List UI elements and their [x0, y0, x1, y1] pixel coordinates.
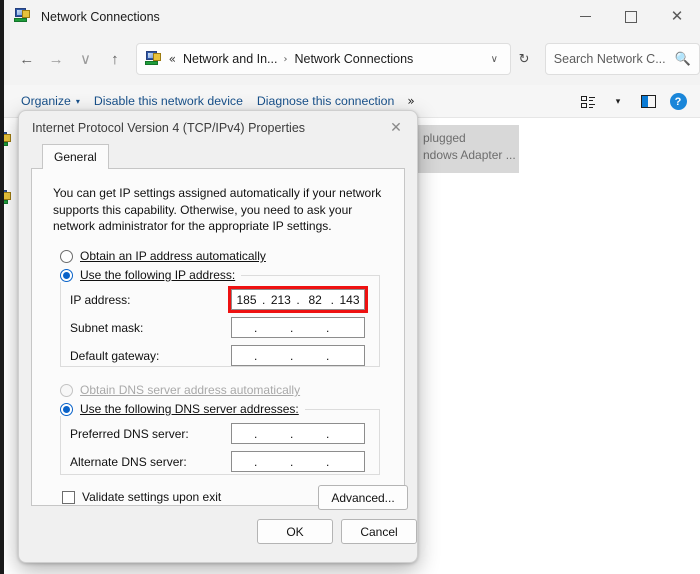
- up-button[interactable]: ↑: [100, 44, 129, 74]
- radio-label: Use the following IP address:: [80, 268, 236, 282]
- address-bar[interactable]: « Network and In... › Network Connection…: [135, 43, 512, 75]
- navigation-bar: ← → ∨ ↑ « Network and In... › Network Co…: [4, 33, 700, 85]
- maximize-button[interactable]: [608, 0, 654, 33]
- help-glyph: ?: [669, 93, 687, 110]
- ip-octet-4[interactable]: 143: [335, 293, 364, 307]
- alternate-dns-label: Alternate DNS server:: [70, 455, 187, 469]
- search-input[interactable]: Search Network C...: [554, 52, 675, 66]
- breadcrumb-overflow-icon[interactable]: «: [169, 52, 176, 66]
- checkbox[interactable]: [62, 490, 75, 504]
- breadcrumb-item-network-and-internet[interactable]: Network and In...: [183, 52, 278, 66]
- search-icon: 🔍: [674, 51, 691, 67]
- radio-obtain-dns-automatically[interactable]: Obtain DNS server address automatically: [60, 383, 300, 397]
- radio-use-following-dns[interactable]: Use the following DNS server addresses:: [60, 402, 305, 416]
- radio-button[interactable]: [60, 249, 73, 263]
- chevron-down-glyph: ▾: [615, 96, 621, 107]
- ip-address-label: IP address:: [70, 293, 131, 307]
- address-network-adapter-icon: [144, 50, 162, 68]
- list-item-device: ndows Adapter ...: [423, 148, 516, 162]
- radio-button[interactable]: [60, 402, 73, 416]
- dialog-body: You can get IP settings assigned automat…: [31, 169, 408, 510]
- dialog-footer: OK Cancel: [19, 506, 417, 562]
- list-item[interactable]: plugged ndows Adapter ...: [417, 125, 519, 173]
- breadcrumb-separator-icon: ›: [283, 53, 288, 65]
- close-icon[interactable]: ✕: [375, 111, 417, 144]
- back-button[interactable]: ←: [12, 44, 41, 74]
- radio-label: Obtain DNS server address automatically: [80, 383, 301, 397]
- chevron-down-icon: ▾: [75, 96, 80, 106]
- close-icon[interactable]: ✕: [654, 0, 700, 33]
- radio-obtain-ip-automatically[interactable]: Obtain an IP address automatically: [60, 249, 266, 263]
- command-bar-right-group: ▾ ?: [574, 85, 692, 118]
- list-item-adapter-icon: [4, 132, 16, 148]
- ip-octet-3[interactable]: 82: [301, 293, 330, 307]
- dialog-titlebar: Internet Protocol Version 4 (TCP/IPv4) P…: [19, 111, 417, 144]
- default-gateway-label: Default gateway:: [70, 349, 160, 363]
- view-options-chevron-down-icon[interactable]: ▾: [604, 88, 632, 116]
- preferred-dns-label: Preferred DNS server:: [70, 427, 189, 441]
- radio-button[interactable]: [60, 383, 73, 397]
- empty-ip-dots: ...: [254, 348, 330, 363]
- preview-pane-icon[interactable]: [634, 88, 662, 116]
- ok-button[interactable]: OK: [257, 519, 333, 544]
- command-overflow-button[interactable]: »: [401, 94, 420, 108]
- preferred-dns-input[interactable]: ...: [231, 423, 365, 444]
- recent-locations-button[interactable]: ∨: [71, 44, 100, 74]
- network-adapter-icon: [14, 7, 32, 26]
- window-title: Network Connections: [41, 9, 160, 24]
- search-box[interactable]: Search Network C... 🔍: [544, 43, 700, 75]
- radio-label: Use the following DNS server addresses:: [80, 402, 299, 416]
- cancel-button[interactable]: Cancel: [341, 519, 417, 544]
- caption-button-group: ✕: [562, 0, 700, 33]
- subnet-mask-label: Subnet mask:: [70, 321, 144, 335]
- default-gateway-input[interactable]: ...: [231, 345, 365, 366]
- radio-label: Obtain an IP address automatically: [80, 249, 266, 263]
- alternate-dns-input[interactable]: ...: [231, 451, 365, 472]
- tcpipv4-properties-dialog: Internet Protocol Version 4 (TCP/IPv4) P…: [18, 110, 418, 563]
- minimize-button[interactable]: [562, 0, 608, 33]
- ip-octet-1[interactable]: 185: [232, 293, 261, 307]
- radio-button[interactable]: [60, 268, 73, 282]
- empty-ip-dots: ...: [254, 426, 330, 441]
- tab-general[interactable]: General: [42, 144, 109, 169]
- organize-label: Organize: [21, 94, 71, 108]
- breadcrumb-item-network-connections[interactable]: Network Connections: [294, 52, 413, 66]
- chevron-down-icon[interactable]: ∨: [482, 54, 506, 65]
- radio-use-following-ip[interactable]: Use the following IP address:: [60, 268, 242, 282]
- window-titlebar: Network Connections ✕: [4, 0, 700, 33]
- ip-octet-2[interactable]: 213: [266, 293, 295, 307]
- dialog-description: You can get IP settings assigned automat…: [53, 186, 382, 233]
- validate-settings-checkbox-row[interactable]: Validate settings upon exit: [62, 490, 221, 504]
- empty-ip-dots: ...: [254, 320, 330, 335]
- help-icon[interactable]: ?: [664, 88, 692, 116]
- ip-address-input[interactable]: 185 . 213 . 82 . 143: [231, 289, 365, 310]
- checkbox-label: Validate settings upon exit: [82, 490, 222, 504]
- forward-button[interactable]: →: [41, 44, 70, 74]
- list-item-status: plugged: [423, 131, 466, 145]
- view-layout-icon[interactable]: [574, 88, 602, 116]
- dialog-tabstrip: General: [31, 144, 405, 169]
- subnet-mask-input[interactable]: ...: [231, 317, 365, 338]
- list-item-adapter-icon: [4, 190, 16, 206]
- empty-ip-dots: ...: [254, 454, 330, 469]
- dialog-title: Internet Protocol Version 4 (TCP/IPv4) P…: [32, 120, 306, 135]
- refresh-icon[interactable]: ↻: [511, 52, 536, 67]
